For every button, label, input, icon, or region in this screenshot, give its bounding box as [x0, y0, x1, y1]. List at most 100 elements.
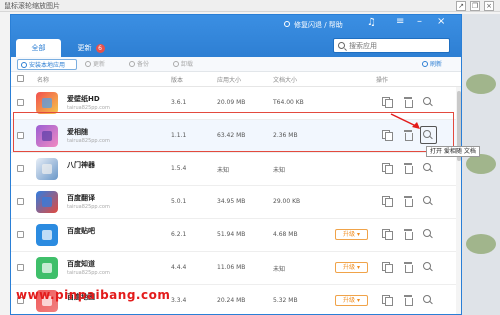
- refresh-icon: [422, 61, 428, 67]
- doc-size: T64.00 KB: [273, 99, 304, 106]
- doc-size: 4.68 MB: [273, 231, 298, 238]
- install-local-app-button[interactable]: 安装本地应用: [17, 59, 77, 70]
- row-checkbox[interactable]: [17, 99, 24, 106]
- app-icon: [36, 92, 58, 114]
- app-name: 百度贴吧: [67, 227, 95, 235]
- open-doc-search-icon[interactable]: [423, 163, 433, 173]
- doc-size: 未知: [273, 167, 286, 174]
- music-icon[interactable]: ♫: [367, 17, 376, 28]
- copy-icon[interactable]: ❐: [470, 1, 480, 11]
- upgrade-button[interactable]: 升级 ▾: [335, 229, 368, 240]
- refresh-label: 刷新: [430, 61, 443, 68]
- fix-crash-help-link[interactable]: 修复闪退 / 帮助: [294, 20, 343, 30]
- app-size: 未知: [217, 167, 230, 174]
- open-doc-search-icon[interactable]: [423, 295, 433, 305]
- open-doc-search-icon[interactable]: [423, 262, 433, 272]
- header-bar: 修复闪退 / 帮助 ♫ ≡ – × 全部 更新 6: [11, 15, 461, 57]
- watermark: www.pinpaibang.com: [16, 288, 171, 302]
- app-source: tairua825pp.com: [67, 105, 110, 111]
- trash-icon[interactable]: [403, 196, 413, 207]
- backup-doc-icon[interactable]: [382, 97, 393, 108]
- backup-icon: [129, 61, 135, 67]
- app-version: 3.3.4: [171, 297, 187, 304]
- backup-doc-icon[interactable]: [382, 196, 393, 207]
- upgrade-label: 升级: [343, 264, 356, 271]
- upgrade-label: 升级: [343, 231, 356, 238]
- backup-doc-icon[interactable]: [382, 229, 393, 240]
- update-label: 更新: [93, 61, 106, 68]
- app-icon: [36, 158, 58, 180]
- app-name: 爱壁纸HD: [67, 95, 100, 103]
- app-source: tairua825pp.com: [67, 204, 110, 210]
- app-version: 3.6.1: [171, 99, 187, 106]
- doc-size: 29.00 KB: [273, 198, 301, 205]
- app-version: 1.5.4: [171, 165, 187, 172]
- trash-icon[interactable]: [403, 163, 413, 174]
- app-icon: [36, 191, 58, 213]
- table-row[interactable]: 百度知道 tairua825pp.com 4.4.4 11.06 MB 未知 升级 ▾: [11, 252, 461, 285]
- app-source: tairua825pp.com: [67, 270, 110, 276]
- arrow-annotation: [390, 113, 420, 129]
- backup-doc-icon[interactable]: [382, 163, 393, 174]
- upgrade-button[interactable]: 升级 ▾: [335, 295, 368, 306]
- tab-update[interactable]: 更新 6: [66, 39, 116, 57]
- search-icon: [338, 42, 345, 49]
- update-icon: [85, 61, 91, 67]
- minimize-icon[interactable]: –: [417, 17, 422, 27]
- column-doc-size[interactable]: 文档大小: [273, 75, 297, 84]
- table-row[interactable]: 百度贴吧 6.2.1 51.94 MB 4.68 MB 升级 ▾: [11, 219, 461, 252]
- row-checkbox[interactable]: [17, 264, 24, 271]
- app-version: 6.2.1: [171, 231, 187, 238]
- table-row[interactable]: 八门神器 1.5.4 未知 未知: [11, 153, 461, 186]
- app-size: 34.95 MB: [217, 198, 246, 205]
- uninstall-icon: [173, 61, 179, 67]
- window-titlebar: 鼠标滚轮缩放图片 ↗ ❐ ×: [0, 0, 500, 12]
- open-doc-search-icon[interactable]: [423, 196, 433, 206]
- app-icon: [36, 224, 58, 246]
- app-name: 百度翻译: [67, 194, 95, 202]
- backup-doc-icon[interactable]: [382, 295, 393, 306]
- highlight-box: [13, 112, 454, 152]
- upgrade-button[interactable]: 升级 ▾: [335, 262, 368, 273]
- trash-icon[interactable]: [403, 229, 413, 240]
- open-doc-search-icon[interactable]: [423, 229, 433, 239]
- app-window: 修复闪退 / 帮助 ♫ ≡ – × 全部 更新6 安装本地应用 更新 备份 卸载…: [10, 14, 462, 315]
- row-checkbox[interactable]: [17, 165, 24, 172]
- row-checkbox[interactable]: [17, 198, 24, 205]
- trash-icon[interactable]: [403, 295, 413, 306]
- tab-all[interactable]: 全部: [16, 39, 61, 57]
- update-count-badge: 6: [95, 44, 105, 53]
- close-icon[interactable]: ×: [484, 1, 494, 11]
- backup-button[interactable]: 备份: [129, 59, 149, 70]
- background-image: [462, 14, 500, 315]
- search-box[interactable]: [333, 38, 450, 53]
- backup-doc-icon[interactable]: [382, 262, 393, 273]
- open-doc-search-icon[interactable]: [423, 97, 433, 107]
- column-version[interactable]: 版本: [171, 75, 183, 84]
- trash-icon[interactable]: [403, 262, 413, 273]
- column-name[interactable]: 名称: [37, 75, 49, 84]
- toolbar: 安装本地应用 更新 备份 卸载 刷新: [11, 57, 461, 72]
- backup-label: 备份: [137, 61, 150, 68]
- table-header: 名称 版本 应用大小 文档大小 操作: [11, 72, 461, 87]
- doc-size: 5.32 MB: [273, 297, 298, 304]
- app-size: 51.94 MB: [217, 231, 246, 238]
- select-all-checkbox[interactable]: [17, 75, 24, 82]
- column-app-size[interactable]: 应用大小: [217, 75, 241, 84]
- update-button[interactable]: 更新: [85, 59, 105, 70]
- scrollbar[interactable]: [456, 87, 461, 314]
- menu-icon[interactable]: ≡: [396, 17, 404, 27]
- search-input[interactable]: [349, 40, 447, 51]
- doc-size: 未知: [273, 266, 286, 273]
- tab-update-label: 更新: [77, 44, 92, 52]
- user-icon: [284, 21, 290, 27]
- app-icon: [36, 257, 58, 279]
- close-app-icon[interactable]: ×: [437, 17, 445, 27]
- trash-icon[interactable]: [403, 97, 413, 108]
- uninstall-button[interactable]: 卸载: [173, 59, 193, 70]
- table-row[interactable]: 百度翻译 tairua825pp.com 5.0.1 34.95 MB 29.00 KB: [11, 186, 461, 219]
- row-checkbox[interactable]: [17, 231, 24, 238]
- restore-icon[interactable]: ↗: [456, 1, 466, 11]
- refresh-button[interactable]: 刷新: [422, 59, 442, 70]
- app-version: 4.4.4: [171, 264, 187, 271]
